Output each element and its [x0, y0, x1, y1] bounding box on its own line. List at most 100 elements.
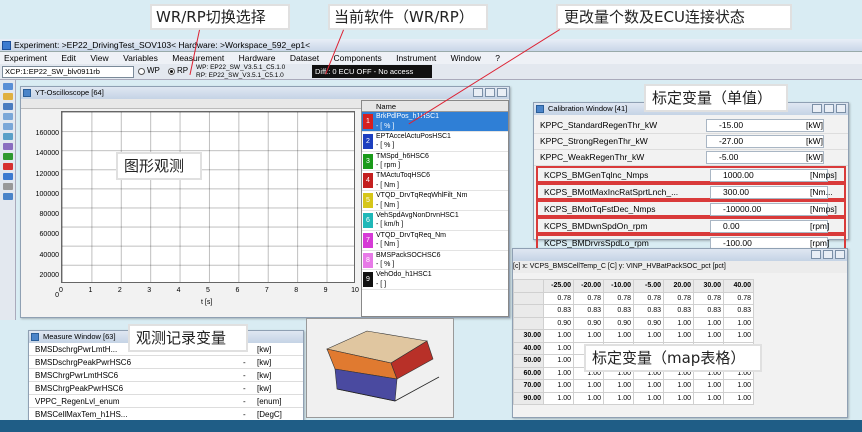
map-cell[interactable]: 1.00 [603, 391, 634, 405]
map-cell[interactable]: 0.83 [603, 304, 634, 318]
tool-play-icon[interactable] [2, 153, 13, 160]
map-cell[interactable]: 0.83 [693, 304, 724, 318]
tool-new-icon[interactable] [2, 83, 13, 90]
minimize-button[interactable] [473, 88, 483, 97]
map-cell[interactable]: 1.00 [663, 379, 694, 393]
signal-item[interactable]: 1 BrkPdlPos_h1HSC1 - [ % ] [362, 112, 508, 132]
map-cell[interactable]: 1.00 [693, 379, 724, 393]
menu-window[interactable]: Window [451, 53, 481, 63]
map-cell[interactable]: 1.00 [603, 329, 634, 343]
map-cell[interactable]: 1.00 [723, 379, 754, 393]
map-cell[interactable]: 1.00 [633, 329, 664, 343]
menu-view[interactable]: View [90, 53, 108, 63]
map-cell[interactable]: 1.00 [543, 354, 574, 368]
maximize-button[interactable] [823, 250, 833, 259]
map-cell[interactable]: 0.90 [543, 316, 574, 330]
map-cell[interactable]: 1.00 [633, 379, 664, 393]
radio-rp-label: RP [177, 66, 189, 75]
signal-item[interactable]: 2 EPTAccelActuPosHSC1 - [ % ] [362, 132, 508, 152]
y-tick-label: 120000 [35, 170, 59, 178]
menu-experiment[interactable]: Experiment [4, 53, 47, 63]
xcp-device-select[interactable]: XCP:1:EP22_SW_blv0911rb [2, 66, 134, 78]
menu-hardware[interactable]: Hardware [239, 53, 276, 63]
signal-item[interactable]: 7 VTQD_DrvTqReq_Nm - [ Nm ] [362, 231, 508, 251]
menu-help[interactable]: ? [495, 53, 500, 63]
tool-window-2-icon[interactable] [2, 123, 13, 130]
signal-item[interactable]: 5 VTQD_DrvTqReqWhlFilt_Nm - [ Nm ] [362, 191, 508, 211]
map-cell[interactable]: 1.00 [723, 391, 754, 405]
map-cell[interactable]: 1.00 [543, 391, 574, 405]
signal-color-swatch: 6 [363, 212, 373, 228]
tool-config-icon[interactable] [2, 193, 13, 200]
map-cell[interactable]: 0.78 [663, 291, 694, 305]
map-cell[interactable]: 0.78 [693, 291, 724, 305]
map-cell[interactable]: 0.78 [603, 291, 634, 305]
signal-item[interactable]: 6 VehSpdAvgNonDrvnHSC1 - [ km/h ] [362, 211, 508, 231]
tool-oscilloscope-icon[interactable] [2, 133, 13, 140]
map-cell[interactable]: 1.00 [543, 379, 574, 393]
menu-variables[interactable]: Variables [123, 53, 158, 63]
map-cell[interactable]: 0.78 [543, 291, 574, 305]
tool-table-icon[interactable] [2, 143, 13, 150]
y-tick-label: 80000 [39, 211, 59, 219]
map-cell[interactable]: 1.00 [723, 329, 754, 343]
signal-unit: - [ Nm ] [376, 201, 399, 209]
map-cell[interactable]: 0.78 [573, 291, 604, 305]
map-cell[interactable]: 1.00 [693, 316, 724, 330]
maximize-button[interactable] [824, 104, 834, 113]
signal-item[interactable]: 9 VehOdo_h1HSC1- [ ] [362, 270, 508, 291]
tool-save-icon[interactable] [2, 103, 13, 110]
map-cell[interactable]: 0.90 [573, 316, 604, 330]
map-cell[interactable]: 1.00 [693, 391, 724, 405]
map-cell[interactable]: 1.00 [633, 391, 664, 405]
signal-item[interactable]: 3 TMSpd_h6HSC6 - [ rpm ] [362, 152, 508, 172]
map-cell[interactable]: 0.83 [723, 304, 754, 318]
map-cell[interactable]: 1.00 [543, 341, 574, 355]
map-x-header: 40.00 [723, 279, 754, 293]
plot-area[interactable] [61, 111, 355, 283]
map-cell[interactable]: 1.00 [573, 379, 604, 393]
tool-misc-icon[interactable] [2, 183, 13, 190]
map-cell[interactable]: 0.83 [633, 304, 664, 318]
close-button[interactable] [835, 250, 845, 259]
minimize-button[interactable] [811, 250, 821, 259]
radio-wp[interactable] [138, 68, 145, 75]
x-tick-label: 7 [264, 287, 269, 294]
tool-open-icon[interactable] [2, 93, 13, 100]
map-cell[interactable]: 1.00 [543, 329, 574, 343]
maximize-button[interactable] [485, 88, 495, 97]
map-cell[interactable]: 0.83 [663, 304, 694, 318]
menu-edit[interactable]: Edit [61, 53, 76, 63]
close-button[interactable] [836, 104, 846, 113]
map-cell[interactable]: 1.00 [603, 379, 634, 393]
map-cell[interactable]: 1.00 [543, 366, 574, 380]
map-cell[interactable]: 0.78 [633, 291, 664, 305]
menu-components[interactable]: Components [334, 53, 382, 63]
signal-item[interactable]: 8 BMSPackSOCHSC6 - [ % ] [362, 251, 508, 271]
measure-row: BMSChrgPwrLmtHSC6- [kw] [29, 369, 303, 382]
map-cell[interactable]: 0.90 [633, 316, 664, 330]
map-cell[interactable]: 1.00 [573, 329, 604, 343]
map-cell[interactable]: 0.83 [543, 304, 574, 318]
tool-stop-icon[interactable] [2, 173, 13, 180]
menu-instrument[interactable]: Instrument [396, 53, 436, 63]
signal-color-swatch: 1 [363, 114, 373, 129]
signal-item[interactable]: 4 TMActuToqHSC6- [ Nm ] [362, 171, 508, 192]
tool-record-icon[interactable] [2, 163, 13, 170]
map-cell[interactable]: 1.00 [573, 391, 604, 405]
map-cell[interactable]: 1.00 [663, 316, 694, 330]
close-button[interactable] [497, 88, 507, 97]
map-cell[interactable]: 1.00 [663, 329, 694, 343]
y-tick-label: 60000 [39, 231, 59, 239]
menu-dataset[interactable]: Dataset [290, 53, 319, 63]
map-cell[interactable]: 0.83 [573, 304, 604, 318]
map-cell[interactable]: 1.00 [723, 316, 754, 330]
map-cell[interactable]: 0.90 [603, 316, 634, 330]
minimize-button[interactable] [812, 104, 822, 113]
radio-rp[interactable] [168, 68, 175, 75]
map-cell[interactable]: 1.00 [693, 329, 724, 343]
map-cell[interactable]: 0.78 [723, 291, 754, 305]
tool-window-icon[interactable] [2, 113, 13, 120]
map-cell[interactable]: 1.00 [663, 391, 694, 405]
menu-measurement[interactable]: Measurement [172, 53, 224, 63]
